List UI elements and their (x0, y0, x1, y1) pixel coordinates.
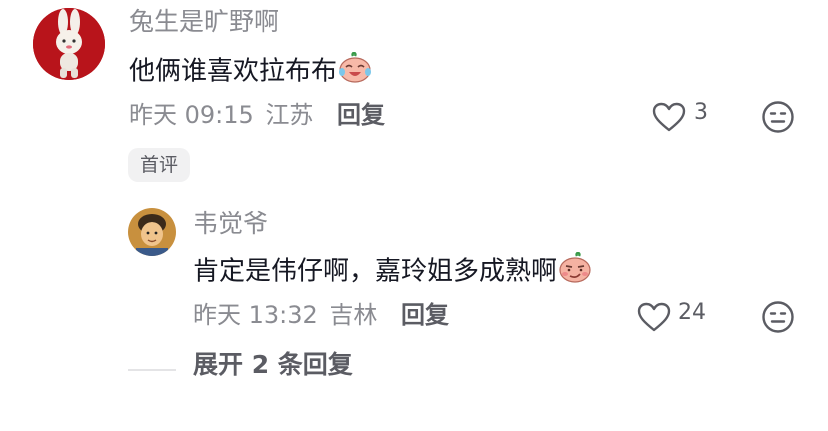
reply-username[interactable]: 韦觉爷 (193, 209, 268, 239)
heart-icon (652, 102, 686, 132)
reply-reply-button[interactable]: 回复 (401, 300, 449, 330)
dislike-button[interactable] (761, 100, 795, 134)
comment-text: 他俩谁喜欢拉布布 (129, 56, 338, 87)
smirk-emoji-icon (557, 251, 593, 292)
reply-like-count: 24 (678, 300, 706, 325)
comment-username[interactable]: 兔生是旷野啊 (129, 7, 279, 37)
neutral-face-icon (762, 301, 794, 333)
reply-meta: 昨天 13:32 吉林 (193, 300, 377, 330)
avatar[interactable] (33, 8, 105, 80)
crying-laugh-emoji-icon (337, 51, 373, 92)
reply-like-button[interactable]: 24 (636, 299, 712, 333)
reply-text: 肯定是伟仔啊，嘉玲姐多成熟啊 (193, 256, 558, 287)
reply-text-row: 肯定是伟仔啊，嘉玲姐多成熟啊 (193, 251, 593, 292)
neutral-face-icon (762, 101, 794, 133)
reply-time: 昨天 13:32 (193, 301, 318, 329)
comment-location: 江苏 (265, 101, 314, 129)
reply-button[interactable]: 回复 (337, 100, 385, 130)
first-comment-badge: 首评 (128, 148, 191, 182)
expand-divider (128, 369, 176, 371)
heart-icon (637, 302, 671, 332)
like-count: 3 (694, 100, 708, 125)
reply-avatar-image (128, 208, 176, 256)
like-button[interactable]: 3 (651, 100, 711, 134)
expand-replies-button[interactable]: 展开 2 条回复 (193, 350, 353, 380)
comment-meta: 昨天 09:15 江苏 (129, 100, 313, 130)
reply-avatar[interactable] (128, 208, 176, 256)
comment-text-row: 他俩谁喜欢拉布布 (129, 51, 373, 92)
reply-location: 吉林 (329, 301, 378, 329)
comment-time: 昨天 09:15 (129, 101, 254, 129)
bunny-avatar-image (33, 8, 105, 80)
reply-dislike-button[interactable] (761, 300, 795, 334)
